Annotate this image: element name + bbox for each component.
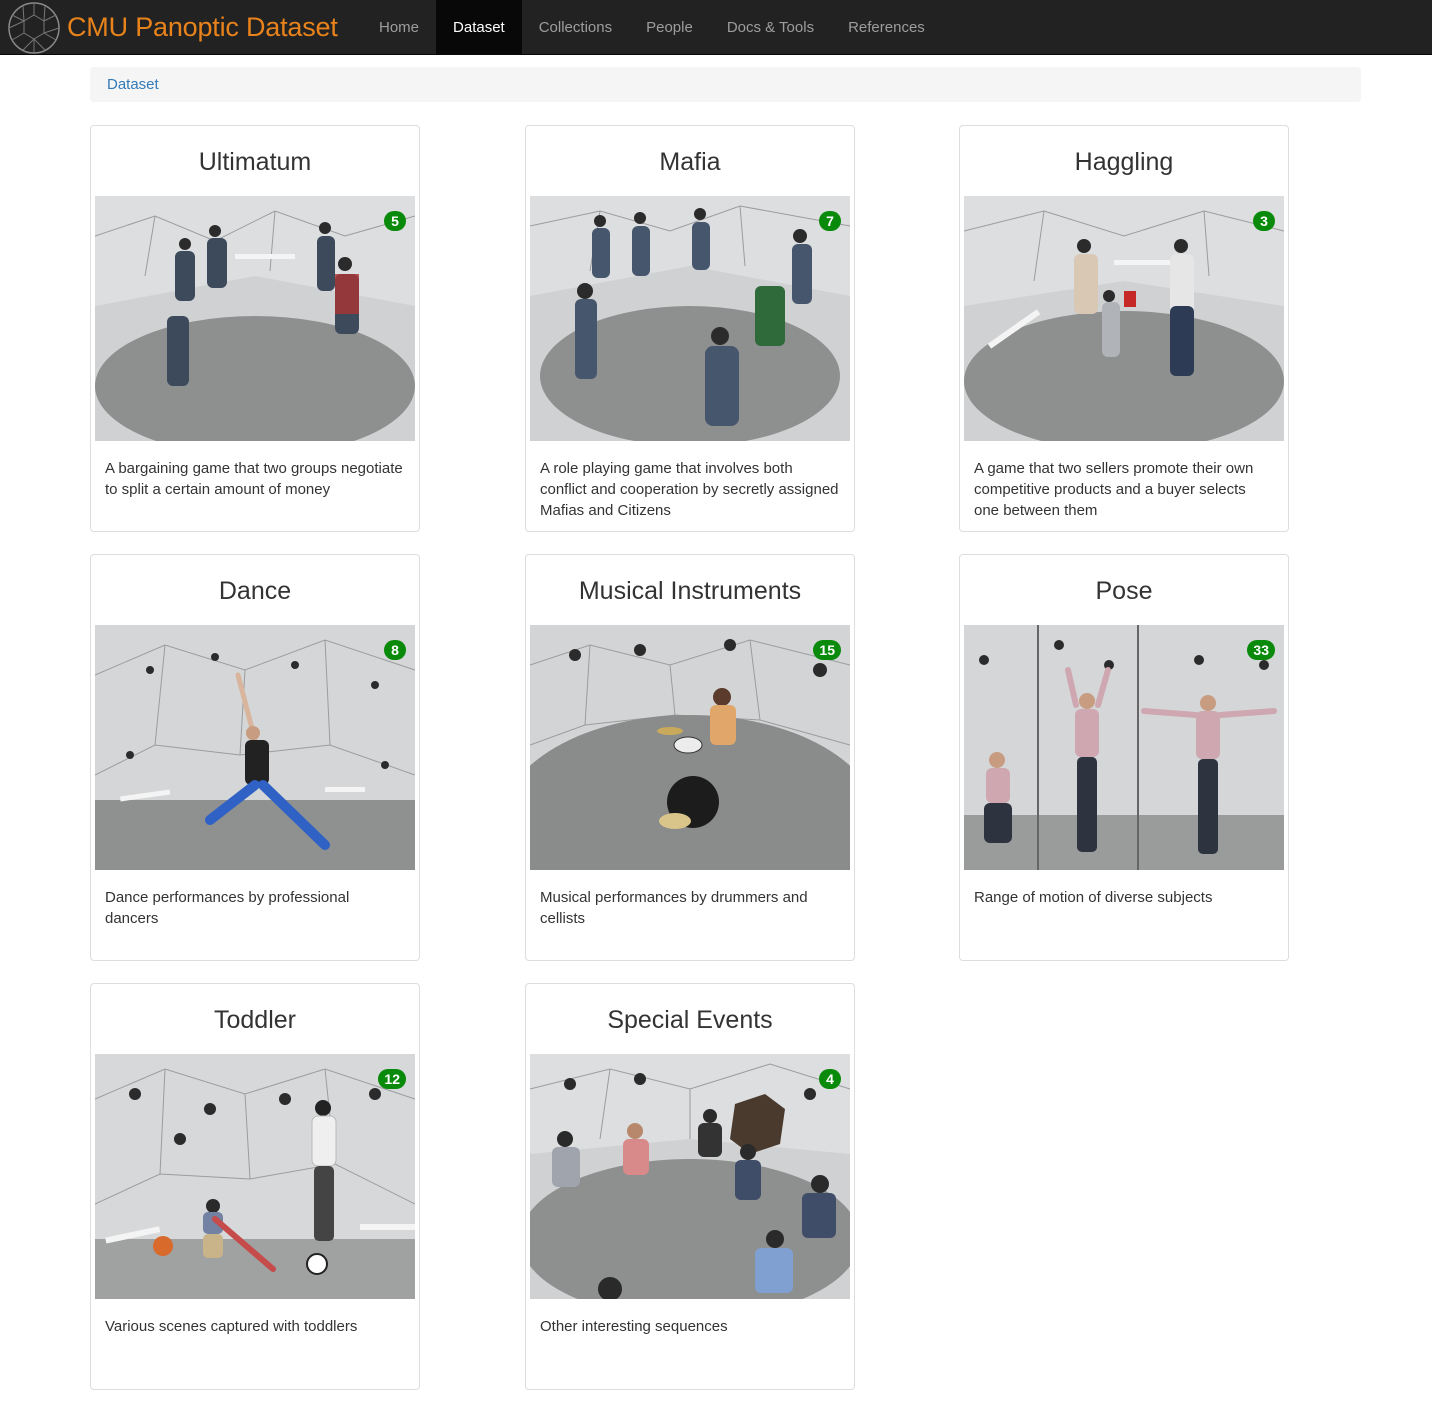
card-special-events[interactable]: Special Events 4 Other interesting seque…: [525, 983, 855, 1390]
card-toddler[interactable]: Toddler 12 Various scenes captured with …: [90, 983, 420, 1390]
card-ultimatum[interactable]: Ultimatum 5 A bargaining game that two g…: [90, 125, 420, 532]
nav-home[interactable]: Home: [362, 0, 436, 55]
sequence-count-badge: 7: [819, 211, 841, 231]
brand-title: CMU Panoptic Dataset: [67, 12, 338, 42]
card-thumbnail[interactable]: 3: [964, 196, 1284, 441]
card-description: Musical performances by drummers and cel…: [540, 889, 808, 927]
card-thumbnail[interactable]: 4: [530, 1054, 850, 1299]
breadcrumb: Dataset: [90, 67, 1361, 102]
card-description: A role playing game that involves both c…: [540, 460, 839, 519]
thumbnail-image: [95, 625, 415, 870]
card-description: Other interesting sequences: [540, 1318, 728, 1335]
card-title: Toddler: [214, 1006, 296, 1034]
geodesic-dome-icon: [8, 1, 60, 54]
card-haggling[interactable]: Haggling 3 A game that two sellers promo…: [959, 125, 1289, 532]
sequence-count-badge: 3: [1253, 211, 1275, 231]
nav-people[interactable]: People: [629, 0, 710, 55]
main-nav: Home Dataset Collections People Docs & T…: [362, 0, 942, 55]
sequence-count-badge: 33: [1247, 640, 1275, 660]
card-description: A bargaining game that two groups negoti…: [105, 460, 403, 498]
sequence-count-badge: 8: [384, 640, 406, 660]
card-title: Ultimatum: [198, 148, 312, 176]
thumbnail-image: [964, 625, 1284, 870]
top-navbar: CMU Panoptic Dataset Home Dataset Collec…: [0, 0, 1432, 55]
card-title: Musical Instruments: [578, 577, 802, 605]
card-description: Dance performances by professional dance…: [105, 889, 350, 927]
card-thumbnail[interactable]: 7: [530, 196, 850, 441]
sequence-count-badge: 5: [384, 211, 406, 231]
breadcrumb-dataset[interactable]: Dataset: [107, 76, 159, 93]
card-thumbnail[interactable]: 12: [95, 1054, 415, 1299]
card-description: A game that two sellers promote their ow…: [974, 460, 1254, 519]
card-description: Range of motion of diverse subjects: [974, 889, 1213, 906]
nav-references[interactable]: References: [831, 0, 942, 55]
card-title: Dance: [218, 577, 292, 605]
thumbnail-image: [964, 196, 1284, 441]
nav-collections[interactable]: Collections: [522, 0, 629, 55]
thumbnail-image: [95, 196, 415, 441]
card-title: Haggling: [1074, 148, 1174, 176]
card-thumbnail[interactable]: 8: [95, 625, 415, 870]
nav-dataset[interactable]: Dataset: [436, 0, 522, 55]
card-title: Special Events: [607, 1006, 773, 1034]
card-title: Mafia: [659, 148, 721, 176]
thumbnail-image: [95, 1054, 415, 1299]
thumbnail-image: [530, 625, 850, 870]
thumbnail-image: [530, 1054, 850, 1299]
sequence-count-badge: 15: [813, 640, 841, 660]
card-thumbnail[interactable]: 15: [530, 625, 850, 870]
card-dance[interactable]: Dance 8 Dance performances by profession…: [90, 554, 420, 961]
brand-link[interactable]: CMU Panoptic Dataset: [6, 0, 338, 55]
card-mafia[interactable]: Mafia 7 A role playing game that involve…: [525, 125, 855, 532]
sequence-count-badge: 12: [378, 1069, 406, 1089]
card-thumbnail[interactable]: 33: [964, 625, 1284, 870]
thumbnail-image: [530, 196, 850, 441]
card-pose[interactable]: Pose 33 Range of motion of diverse subje…: [959, 554, 1289, 961]
card-description: Various scenes captured with toddlers: [105, 1318, 358, 1335]
nav-docs-tools[interactable]: Docs & Tools: [710, 0, 831, 55]
card-title: Pose: [1095, 577, 1153, 605]
card-thumbnail[interactable]: 5: [95, 196, 415, 441]
card-musical-instruments[interactable]: Musical Instruments 15 Musical performan…: [525, 554, 855, 961]
sequence-count-badge: 4: [819, 1069, 841, 1089]
